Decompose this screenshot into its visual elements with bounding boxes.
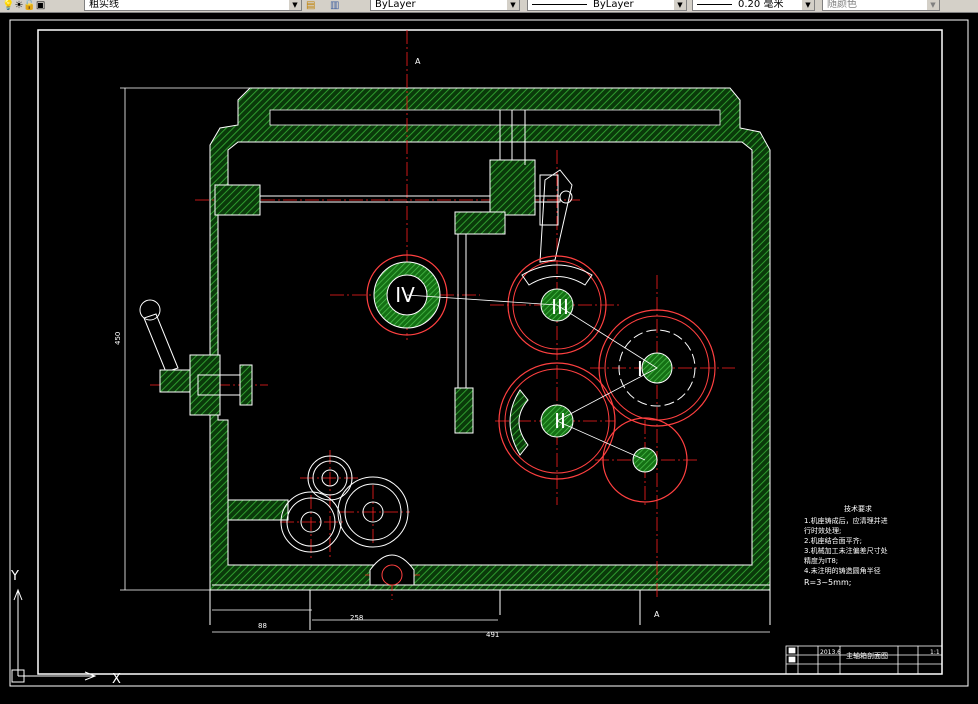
- section-label-bottom: A: [654, 610, 660, 619]
- tech-line: R=3~5mm;: [804, 578, 851, 587]
- shaft-label-iv: IV: [395, 283, 415, 307]
- plot-style-dropdown[interactable]: 随颜色 ▼: [822, 0, 940, 11]
- dim-height: 450: [114, 332, 122, 345]
- chevron-down-icon[interactable]: ▼: [674, 0, 686, 10]
- drawing-canvas[interactable]: IV III I II A A 450 88 258 491 技术要求 1.机座…: [0, 13, 978, 700]
- chevron-down-icon[interactable]: ▼: [927, 0, 939, 10]
- tech-line: 行时效处理;: [804, 526, 841, 535]
- title-scale: 1:1: [930, 649, 940, 656]
- shaft-label-iii: III: [551, 295, 569, 319]
- properties-toolbar: 💡☀🔓▣ 粗实线 ▼ ▤ ▥ ByLayer ▼ ByLayer ▼ 0.20 …: [0, 0, 978, 13]
- linetype-sample: [532, 3, 587, 5]
- shaft-link-line: [406, 294, 658, 461]
- chevron-down-icon[interactable]: ▼: [289, 0, 301, 10]
- lineweight-dropdown[interactable]: 0.20 毫米 ▼: [692, 0, 815, 11]
- lineweight-value: 0.20: [738, 0, 761, 10]
- gears: [280, 254, 716, 586]
- linetype-dropdown[interactable]: ByLayer ▼: [527, 0, 687, 11]
- tech-line: 2.机座结合面平齐;: [804, 536, 862, 545]
- dim-88: 88: [258, 622, 267, 630]
- title-date: 2013.6: [820, 649, 841, 656]
- section-label-top: A: [415, 57, 421, 66]
- layer-state-icons[interactable]: 💡☀🔓▣: [2, 0, 45, 12]
- layer-dropdown[interactable]: 粗实线 ▼: [84, 0, 302, 11]
- lineweight-unit: 毫米: [763, 0, 784, 10]
- tech-line: 4.未注明的铸造圆角半径: [804, 566, 881, 575]
- layer-manager-icon[interactable]: ▤: [306, 0, 315, 12]
- ucs-x-label: X: [112, 672, 121, 687]
- dim-258: 258: [350, 614, 363, 622]
- color-value: ByLayer: [375, 0, 416, 10]
- chevron-down-icon[interactable]: ▼: [507, 0, 519, 10]
- tech-title: 技术要求: [844, 504, 872, 513]
- tech-line: 3.机械加工未注偏差尺寸处: [804, 546, 888, 555]
- dim-491: 491: [486, 631, 499, 639]
- linetype-value: ByLayer: [593, 0, 634, 10]
- layer-name: 粗实线: [89, 0, 119, 10]
- tech-line: 1.机座铸成后，应清理并进: [804, 516, 888, 525]
- ucs-icon: [11, 588, 97, 683]
- shaft-label-i: I: [637, 357, 643, 381]
- lineweight-sample: [697, 3, 732, 5]
- color-dropdown[interactable]: ByLayer ▼: [370, 0, 520, 11]
- ucs-y-label: Y: [10, 569, 19, 584]
- tech-requirements: 技术要求 1.机座铸成后，应清理并进 行时效处理; 2.机座结合面平齐; 3.机…: [804, 504, 888, 587]
- layer-previous-icon[interactable]: ▥: [330, 0, 339, 12]
- chevron-down-icon[interactable]: ▼: [802, 0, 814, 10]
- title-name: 主轴箱剖面图: [846, 651, 888, 660]
- shaft-label-ii: II: [554, 409, 566, 433]
- tech-line: 精度为IT8;: [804, 556, 838, 565]
- plot-style-value: 随颜色: [827, 0, 857, 10]
- title-block: [785, 645, 943, 675]
